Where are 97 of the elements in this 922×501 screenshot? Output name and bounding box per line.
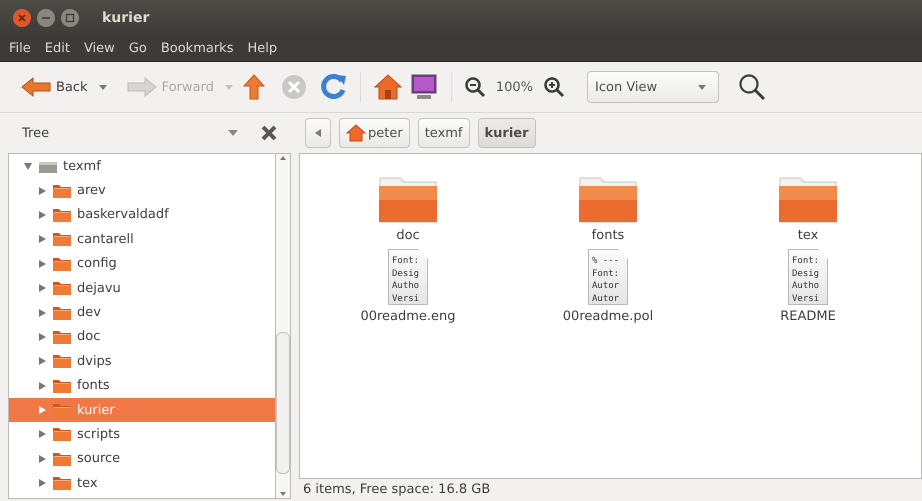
tree-item[interactable]: dejavu	[9, 276, 275, 300]
folder-icon	[52, 182, 72, 199]
folder-entry[interactable]: tex	[708, 174, 908, 243]
text-file-icon: % --- Font: Autor Autor	[588, 249, 628, 305]
zoom-in-icon[interactable]	[543, 76, 566, 98]
maximize-icon[interactable]	[60, 8, 80, 28]
menu-item[interactable]: Go	[122, 40, 154, 56]
text-file-icon: Font: Desig Autho Versi	[788, 249, 828, 305]
window-title: kurier	[102, 10, 150, 26]
folder-icon	[52, 206, 72, 223]
menu-item[interactable]: File	[2, 40, 38, 56]
home-icon	[346, 124, 366, 142]
tree-label: cantarell	[77, 232, 134, 247]
tree-label: dev	[77, 305, 101, 320]
tree-label: texmf	[63, 158, 101, 174]
tree-item[interactable]: cantarell	[9, 227, 275, 252]
path-button[interactable]: texmf	[418, 118, 470, 148]
collapsed-triangle-icon[interactable]	[37, 234, 47, 244]
forward-arrow-icon	[126, 76, 158, 98]
collapsed-triangle-icon[interactable]	[37, 186, 47, 196]
tree-item[interactable]: dvips	[9, 349, 275, 374]
back-arrow-icon	[20, 76, 52, 98]
tree-item[interactable]: scripts	[9, 422, 275, 447]
tree-item[interactable]: texmf	[9, 154, 275, 178]
document-entry[interactable]: % --- Font: Autor Autor 00readme.pol	[508, 249, 708, 324]
menu-item[interactable]: Edit	[38, 40, 77, 56]
folder-icon	[52, 450, 72, 467]
tree-item[interactable]: source	[9, 446, 275, 472]
reload-icon[interactable]	[320, 73, 348, 101]
close-icon[interactable]	[12, 8, 32, 28]
collapsed-triangle-icon[interactable]	[37, 356, 47, 366]
collapsed-triangle-icon[interactable]	[37, 283, 47, 294]
tree-item[interactable]: dev	[9, 300, 275, 325]
path-back-button[interactable]	[305, 118, 331, 148]
menu-item[interactable]: Bookmarks	[154, 40, 240, 56]
folder-icon	[52, 304, 72, 321]
zoom-out-icon[interactable]	[464, 76, 486, 98]
folder-icon	[52, 280, 72, 296]
home-icon[interactable]	[372, 73, 403, 101]
sidebar-title: Tree	[22, 126, 50, 140]
collapsed-triangle-icon[interactable]	[37, 332, 47, 342]
tree-item[interactable]: config	[9, 252, 275, 276]
collapsed-triangle-icon[interactable]	[37, 308, 47, 318]
zoom-level: 100%	[496, 80, 534, 94]
scroll-up-icon[interactable]	[279, 154, 287, 162]
tree-label: dvips	[77, 354, 112, 369]
folder-entry[interactable]: fonts	[508, 174, 708, 243]
up-arrow-icon[interactable]	[242, 73, 266, 101]
folder-icon	[52, 475, 72, 492]
tree-label: fonts	[77, 378, 110, 394]
collapsed-triangle-icon[interactable]	[37, 380, 47, 391]
folder-entry[interactable]: doc	[308, 174, 508, 243]
view-mode-dropdown[interactable]: Icon View	[587, 71, 720, 103]
search-icon[interactable]	[737, 72, 768, 102]
tree-label: doc	[77, 329, 100, 344]
text-file-icon: Font: Desig Autho Versi	[388, 249, 428, 305]
tree-item[interactable]: fonts	[9, 374, 275, 398]
folder-icon	[52, 256, 72, 272]
folder-icon	[52, 353, 72, 370]
folder-icon	[52, 231, 72, 248]
document-entry[interactable]: Font: Desig Autho Versi 00readme.eng	[308, 249, 508, 324]
collapsed-triangle-icon[interactable]	[37, 454, 47, 464]
menu-item[interactable]: Help	[240, 40, 284, 56]
computer-icon[interactable]	[408, 73, 439, 101]
back-button[interactable]: Back	[18, 74, 90, 100]
tree-label: tex	[77, 476, 98, 491]
tree-item[interactable]: baskervaldadf	[9, 202, 275, 228]
folder-icon	[52, 426, 72, 442]
tree-label: scripts	[77, 426, 120, 442]
collapsed-triangle-icon[interactable]	[37, 405, 47, 416]
collapsed-triangle-icon[interactable]	[37, 429, 47, 440]
close-icon[interactable]	[260, 124, 278, 142]
document-entry[interactable]: Font: Desig Autho Versi README	[708, 249, 908, 324]
tree-label: source	[77, 451, 120, 466]
tree-item[interactable]: arev	[9, 178, 275, 203]
collapsed-triangle-icon[interactable]	[37, 258, 47, 269]
expanded-triangle-icon[interactable]	[23, 161, 33, 172]
folder-icon	[52, 328, 72, 345]
tree-label: config	[77, 256, 117, 272]
collapsed-triangle-icon[interactable]	[37, 210, 47, 220]
collapsed-triangle-icon[interactable]	[37, 478, 47, 488]
tree-label: baskervaldadf	[77, 207, 169, 222]
scroll-down-icon[interactable]	[279, 490, 287, 498]
tree-item[interactable]: doc	[9, 324, 275, 350]
menu-item[interactable]: View	[76, 40, 122, 56]
scrollbar[interactable]	[275, 153, 291, 499]
minimize-icon[interactable]	[36, 8, 56, 28]
tree-label: kurier	[77, 402, 115, 418]
folder-icon	[52, 378, 72, 394]
left-arrow-icon	[314, 128, 322, 138]
tree-label: arev	[77, 183, 106, 198]
tree-item[interactable]: tex	[9, 471, 275, 496]
folder-icon	[52, 402, 72, 418]
path-button[interactable]: peter	[339, 118, 410, 148]
tree-label: dejavu	[77, 280, 121, 296]
status-text: 6 items, Free space: 16.8 GB	[302, 480, 492, 498]
path-button[interactable]: kurier	[478, 118, 536, 148]
